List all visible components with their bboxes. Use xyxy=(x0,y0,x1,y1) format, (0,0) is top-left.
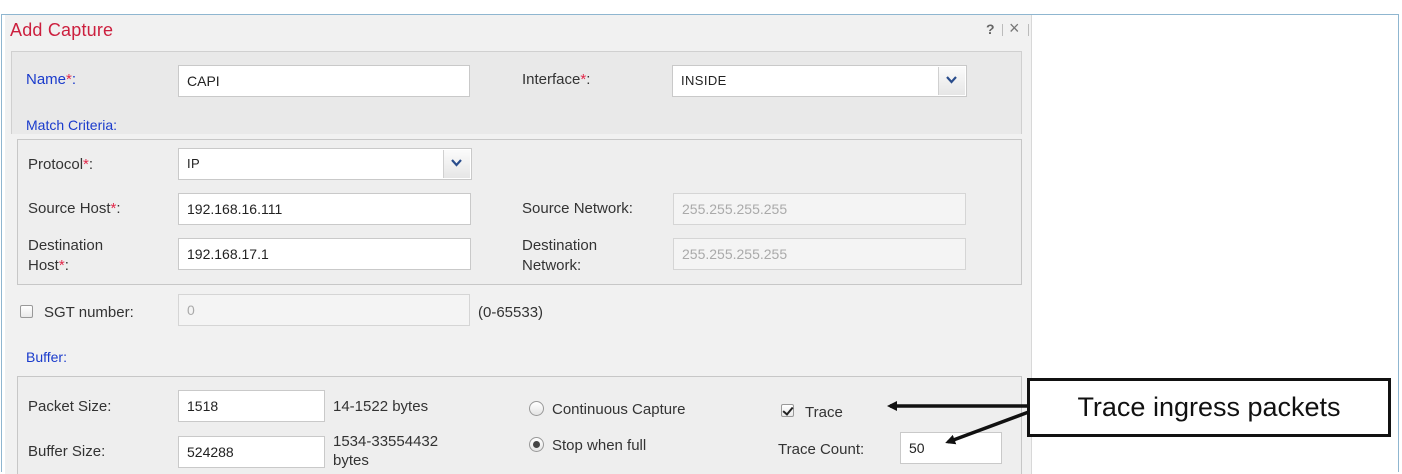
arrow-to-trace-count xyxy=(945,408,1035,445)
annotation-callout: Trace ingress packets xyxy=(1027,378,1391,437)
